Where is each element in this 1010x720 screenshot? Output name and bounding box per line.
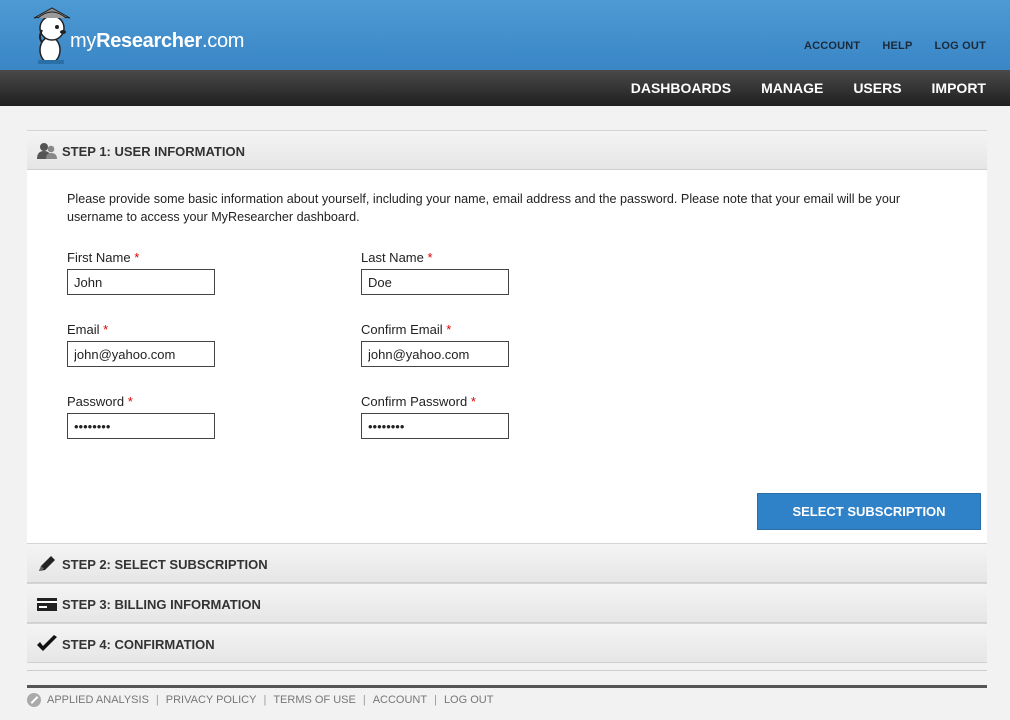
- footer-account-link[interactable]: ACCOUNT: [373, 694, 427, 706]
- users-icon: [37, 143, 57, 159]
- first-name-input[interactable]: [67, 269, 215, 295]
- email-label: Email *: [67, 322, 109, 337]
- applied-analysis-logo-icon: [27, 693, 41, 707]
- footer-privacy-link[interactable]: PRIVACY POLICY: [166, 694, 257, 706]
- password-input[interactable]: [67, 413, 215, 439]
- nav-dashboards[interactable]: DASHBOARDS: [631, 80, 731, 96]
- step3-title: STEP 3: BILLING INFORMATION: [62, 597, 261, 612]
- top-links: ACCOUNT HELP LOG OUT: [782, 40, 986, 52]
- signup-wizard: STEP 1: USER INFORMATION Please provide …: [27, 130, 987, 663]
- confirm-email-input[interactable]: [361, 341, 509, 367]
- footer-separator: |: [434, 694, 437, 706]
- step2-header[interactable]: STEP 2: SELECT SUBSCRIPTION: [27, 543, 987, 583]
- account-link[interactable]: ACCOUNT: [804, 40, 860, 52]
- confirm-email-label: Confirm Email *: [361, 322, 452, 337]
- logout-link[interactable]: LOG OUT: [934, 40, 986, 52]
- footer-separator: |: [362, 694, 366, 706]
- email-group: Email *: [67, 322, 217, 367]
- footer-terms-link[interactable]: TERMS OF USE: [273, 694, 356, 706]
- footer-divider-light: [27, 670, 987, 671]
- checkmark-icon: [37, 635, 57, 651]
- step1-title: STEP 1: USER INFORMATION: [62, 144, 245, 159]
- footer-divider: [27, 685, 987, 688]
- header-bar: myResearcher.com ACCOUNT HELP LOG OUT: [0, 0, 1010, 71]
- confirm-password-input[interactable]: [361, 413, 509, 439]
- password-label: Password *: [67, 394, 133, 409]
- credit-card-icon: [37, 598, 57, 611]
- footer-applied-analysis-link[interactable]: APPLIED ANALYSIS: [47, 694, 149, 706]
- brand-suffix: .com: [202, 30, 245, 52]
- brand-prefix: my: [70, 30, 97, 52]
- brand-wordmark[interactable]: myResearcher.com: [70, 30, 244, 53]
- footer-logout-link[interactable]: LOG OUT: [444, 694, 494, 706]
- step4-header[interactable]: STEP 4: CONFIRMATION: [27, 623, 987, 663]
- first-name-label: First Name *: [67, 250, 140, 265]
- main-nav: DASHBOARDS MANAGE USERS IMPORT: [0, 70, 1010, 106]
- password-group: Password *: [67, 394, 217, 439]
- step3-header[interactable]: STEP 3: BILLING INFORMATION: [27, 583, 987, 623]
- confirm-password-label: Confirm Password *: [361, 394, 476, 409]
- select-subscription-button[interactable]: SELECT SUBSCRIPTION: [757, 493, 981, 530]
- step2-title: STEP 2: SELECT SUBSCRIPTION: [62, 557, 268, 572]
- nav-import[interactable]: IMPORT: [932, 80, 986, 96]
- email-input[interactable]: [67, 341, 215, 367]
- last-name-group: Last Name *: [361, 250, 511, 295]
- step1-header[interactable]: STEP 1: USER INFORMATION: [27, 130, 987, 170]
- brand-main: Researcher: [96, 30, 203, 52]
- last-name-input[interactable]: [361, 269, 509, 295]
- footer-separator: |: [155, 694, 159, 706]
- nav-users[interactable]: USERS: [853, 80, 901, 96]
- step4-title: STEP 4: CONFIRMATION: [62, 637, 215, 652]
- pencil-icon: [39, 556, 55, 571]
- first-name-group: First Name *: [67, 250, 217, 295]
- nav-manage[interactable]: MANAGE: [761, 80, 823, 96]
- footer-links: APPLIED ANALYSIS | PRIVACY POLICY | TERM…: [27, 693, 493, 707]
- confirm-password-group: Confirm Password *: [361, 394, 511, 439]
- step1-body: Please provide some basic information ab…: [27, 170, 987, 543]
- step1-intro-text: Please provide some basic information ab…: [67, 192, 901, 224]
- help-link[interactable]: HELP: [882, 40, 912, 52]
- confirm-email-group: Confirm Email *: [361, 322, 511, 367]
- last-name-label: Last Name *: [361, 250, 433, 265]
- footer-separator: |: [263, 694, 267, 706]
